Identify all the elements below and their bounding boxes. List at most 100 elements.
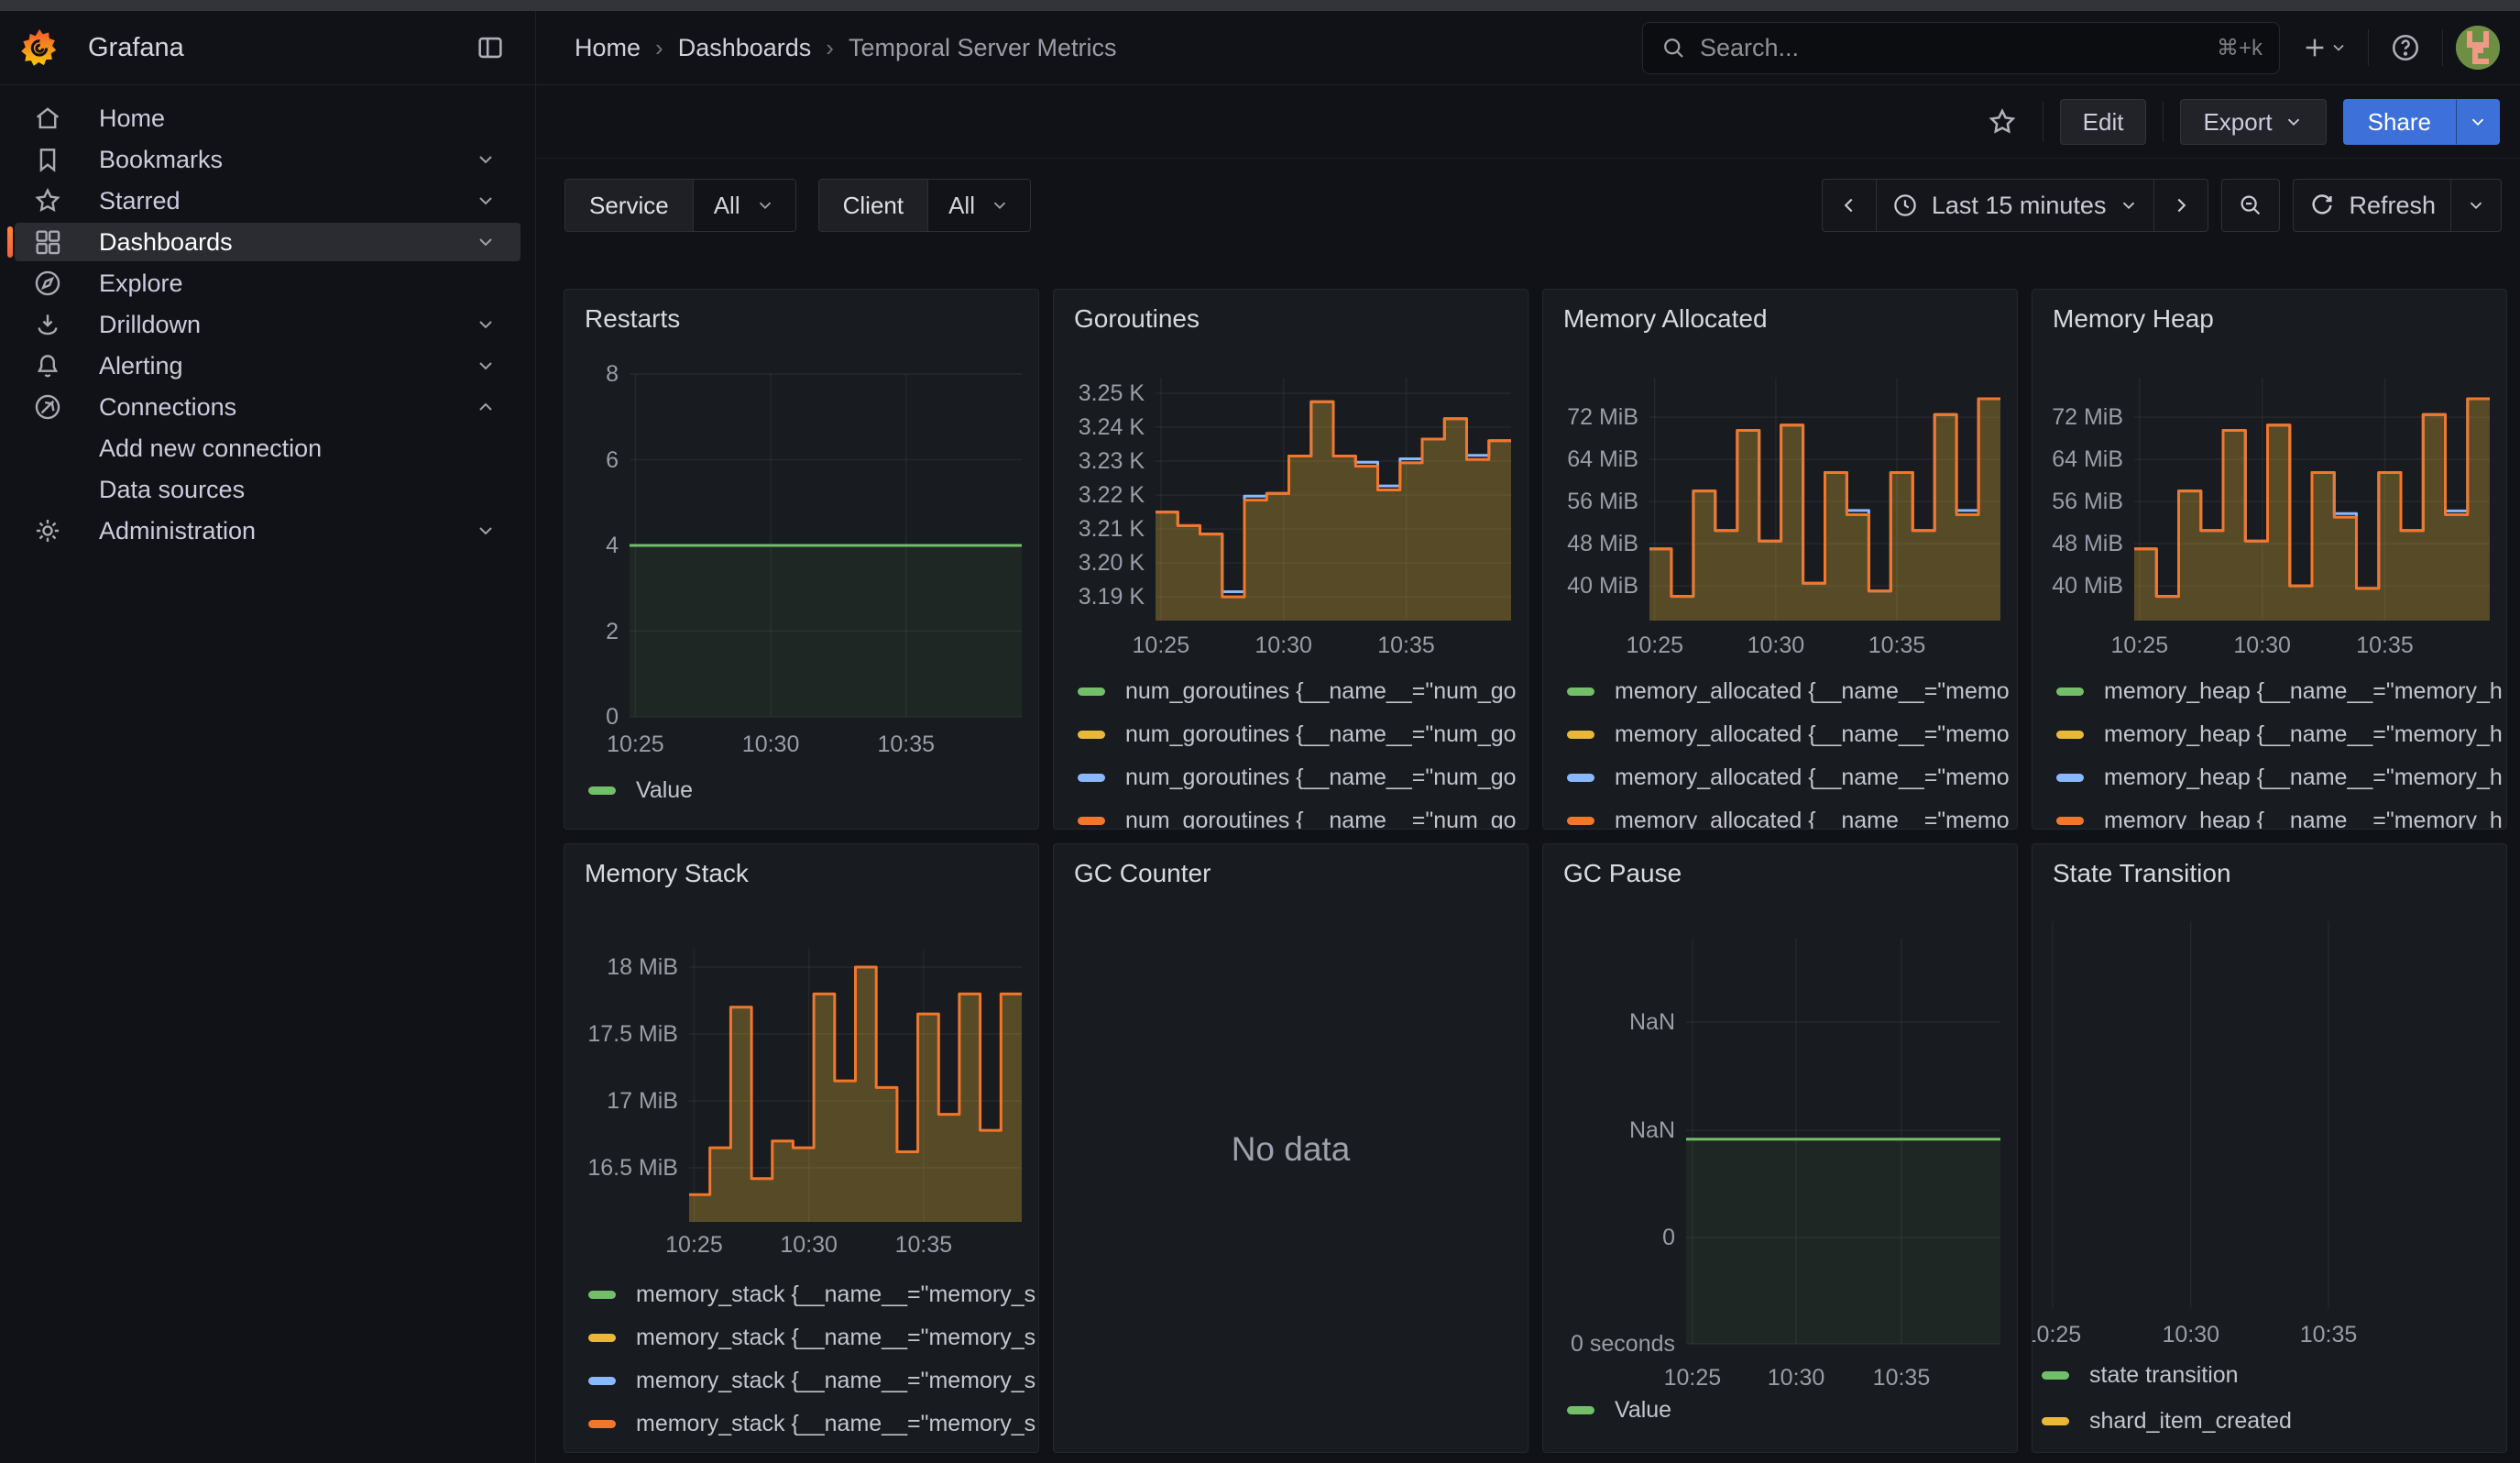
breadcrumb-separator: › [826,34,834,62]
legend-series-label: num_goroutines {__name__="num_go [1125,764,1517,791]
legend-item[interactable]: shard_item_created [2042,1407,2292,1435]
chart-plot-area[interactable] [1686,939,2000,1344]
x-axis-tick-label: 10:25 [639,1231,749,1259]
chevron-down-icon[interactable] [475,314,497,336]
export-button[interactable]: Export [2180,99,2326,145]
refresh-group: Refresh [2293,179,2502,232]
panel-title: Memory Stack [585,859,749,888]
chevron-down-icon[interactable] [475,520,497,542]
legend-item[interactable]: memory_stack {__name__="memory_s [588,1324,1035,1351]
legend-item[interactable]: Value [1567,1396,1671,1424]
refresh-button[interactable]: Refresh [2294,180,2450,231]
search-shortcut-hint: ⌘+k [2217,35,2263,61]
legend-item[interactable]: memory_stack {__name__="memory_s [588,1281,1035,1308]
sidebar-item-label: Add new connection [99,434,322,463]
filter-value-dropdown[interactable]: All [927,180,1030,231]
panel-title: Memory Heap [2053,304,2214,334]
legend-item[interactable]: memory_heap {__name__="memory_h [2056,720,2503,748]
user-avatar[interactable] [2456,26,2500,70]
panel-gc-pause[interactable]: GC PauseNaNNaN00 seconds10:2510:3010:35V… [1542,843,2018,1453]
panel-state-transition[interactable]: State Transition10:2510:3010:35state tra… [2032,843,2507,1453]
legend-item[interactable]: memory_allocated {__name__="memo [1567,764,2010,791]
legend-item[interactable]: num_goroutines {__name__="num_go [1078,764,1517,791]
legend-item[interactable]: Value [588,776,693,804]
sidebar-item-home[interactable]: Home [15,99,520,138]
chart-plot-area[interactable] [2032,921,2490,1308]
filter-value-dropdown[interactable]: All [693,180,795,231]
panel-goroutines[interactable]: Goroutines3.25 K3.24 K3.23 K3.22 K3.21 K… [1053,289,1528,830]
sidebar-item-bookmarks[interactable]: Bookmarks [15,140,520,179]
chevron-down-icon[interactable] [475,190,497,212]
legend-item[interactable]: memory_stack {__name__="memory_s [588,1410,1035,1437]
legend-item[interactable]: memory_stack {__name__="memory_s [588,1367,1035,1394]
legend-series-label: memory_stack {__name__="memory_s [636,1282,1035,1308]
y-axis-tick-label: 72 MiB [2047,403,2123,431]
help-icon[interactable] [2382,24,2429,72]
sidebar-item-dashboards[interactable]: Dashboards [15,223,520,261]
sidebar-item-drilldown[interactable]: Drilldown [15,305,520,344]
legend-item[interactable]: memory_heap {__name__="memory_h [2056,764,2503,791]
sidebar-item-add-new-connection[interactable]: Add new connection [15,429,520,468]
chart-plot-area[interactable] [689,949,1022,1222]
time-forward-button[interactable] [2153,180,2208,231]
legend-item[interactable]: memory_allocated {__name__="memo [1567,677,2010,705]
chart-plot-area[interactable] [1649,378,2000,621]
legend-series-marker [2056,731,2084,739]
share-button[interactable]: Share [2343,99,2456,145]
legend-item[interactable]: memory_allocated {__name__="memo [1567,720,2010,748]
legend-item[interactable]: memory_heap {__name__="memory_h [2056,677,2503,705]
refresh-interval-dropdown[interactable] [2450,180,2501,231]
y-axis-tick-label: 8 [579,360,619,388]
edit-button[interactable]: Edit [2060,99,2147,145]
sidebar-item-alerting[interactable]: Alerting [15,346,520,385]
breadcrumb-dashboards[interactable]: Dashboards [678,34,812,62]
chevron-down-icon[interactable] [475,355,497,377]
x-axis-tick-label: 10:35 [869,1231,979,1259]
legend-item[interactable]: memory_heap {__name__="memory_h [2056,807,2503,830]
sidebar-item-administration[interactable]: Administration [15,512,520,550]
zoom-out-button[interactable] [2222,180,2279,231]
time-back-button[interactable] [1823,180,1876,231]
bookmark-icon [31,144,64,175]
chevron-up-icon[interactable] [475,396,497,418]
search-input[interactable] [1700,34,2204,62]
x-axis-tick-label: 10:25 [1106,632,1216,659]
legend-series-marker [2056,688,2084,696]
legend-item[interactable]: num_goroutines {__name__="num_go [1078,807,1517,830]
y-axis-tick-label: 3.24 K [1068,413,1145,441]
chart-plot-area[interactable] [1156,378,1511,621]
share-dropdown-button[interactable] [2456,99,2500,145]
panel-memory-allocated[interactable]: Memory Allocated72 MiB64 MiB56 MiB48 MiB… [1542,289,2018,830]
breadcrumb-home[interactable]: Home [575,34,641,62]
y-axis-tick-label: 40 MiB [1558,572,1638,600]
y-axis-tick-label: 40 MiB [2047,572,2123,600]
panel-gc-counter[interactable]: GC CounterNo data [1053,843,1528,1453]
filter-value: All [948,192,975,220]
panel-memory-stack[interactable]: Memory Stack18 MiB17.5 MiB17 MiB16.5 MiB… [564,843,1039,1453]
chevron-down-icon[interactable] [475,148,497,170]
dock-sidebar-toggle-icon[interactable] [467,25,513,71]
sidebar-item-connections[interactable]: Connections [15,388,520,426]
chart-plot-area[interactable] [630,374,1022,717]
legend-series-label: num_goroutines {__name__="num_go [1125,721,1517,748]
sidebar-item-starred[interactable]: Starred [15,182,520,220]
time-range-picker[interactable]: Last 15 minutes [1876,180,2154,231]
chart-plot-area[interactable] [2134,378,2490,621]
x-axis-tick-label: 10:30 [2208,632,2317,659]
chevron-down-icon [2466,195,2486,215]
zoom-out-group [2221,179,2280,232]
add-new-button[interactable] [2293,26,2355,70]
panel-restarts[interactable]: Restarts8642010:2510:3010:35Value [564,289,1039,830]
legend-item[interactable]: num_goroutines {__name__="num_go [1078,677,1517,705]
legend-item[interactable]: memory_allocated {__name__="memo [1567,807,2010,830]
legend-item[interactable]: num_goroutines {__name__="num_go [1078,720,1517,748]
sidebar-item-explore[interactable]: Explore [15,264,520,302]
panel-memory-heap[interactable]: Memory Heap72 MiB64 MiB56 MiB48 MiB40 Mi… [2032,289,2507,830]
legend-series-marker [1078,817,1105,825]
favorite-star-icon[interactable] [1978,98,2026,146]
legend-series-label: num_goroutines {__name__="num_go [1125,808,1517,830]
search-bar[interactable]: ⌘+k [1642,22,2280,74]
sidebar-item-data-sources[interactable]: Data sources [15,470,520,509]
chevron-down-icon[interactable] [475,231,497,253]
legend-item[interactable]: state transition [2042,1361,2239,1389]
